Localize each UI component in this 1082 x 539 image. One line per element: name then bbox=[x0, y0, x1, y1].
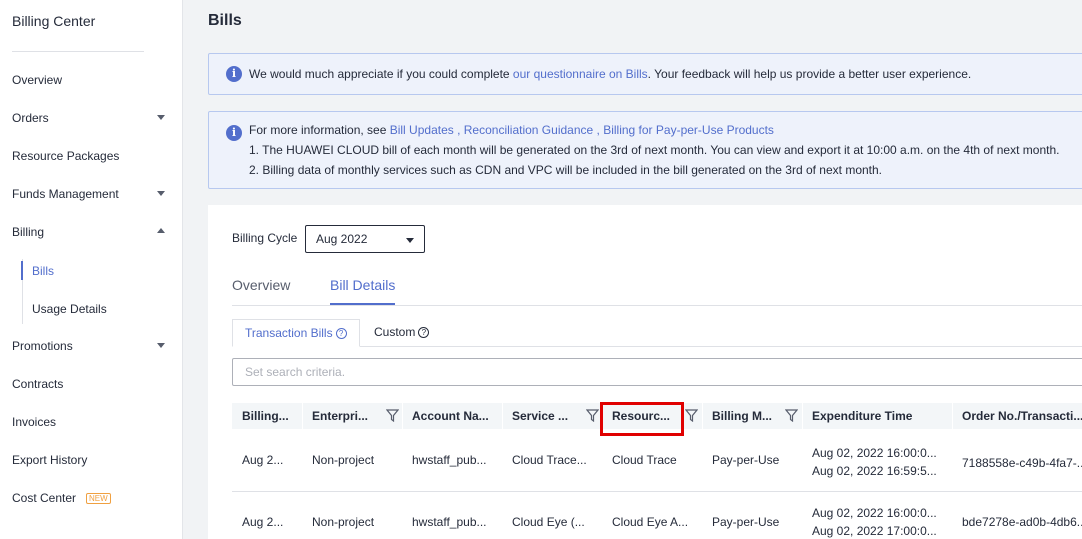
sidebar-item-label: Overview bbox=[12, 73, 63, 87]
cell-resource-type: Cloud Eye A... bbox=[612, 515, 689, 529]
column-header-billing-cycle[interactable]: Billing... bbox=[232, 403, 302, 429]
questionnaire-notice: i We would much appreciate if you could … bbox=[208, 53, 1082, 95]
column-header-account-name[interactable]: Account Na... bbox=[402, 403, 502, 429]
sidebar-item-cost-center[interactable]: Cost Center NEW bbox=[0, 479, 183, 517]
cell-expenditure-end: Aug 02, 2022 17:00:0... bbox=[812, 524, 937, 538]
cell-order-no: 7188558e-c49b-4fa7-... bbox=[962, 456, 1082, 470]
notice-text: We would much appreciate if you could co… bbox=[249, 67, 971, 81]
billing-cycle-select[interactable]: Aug 2022 bbox=[305, 225, 425, 253]
notice-line-2: 2. Billing data of monthly services such… bbox=[249, 163, 883, 177]
chevron-down-icon bbox=[157, 115, 165, 120]
cell-enterprise-project: Non-project bbox=[312, 453, 375, 467]
bills-panel: Billing Cycle Aug 2022 Overview Bill Det… bbox=[208, 205, 1082, 539]
table-row[interactable]: Aug 2... Non-project hwstaff_pub... Clou… bbox=[232, 492, 1082, 539]
subtab-label: Transaction Bills bbox=[245, 326, 333, 340]
filter-icon[interactable] bbox=[685, 409, 698, 422]
sidebar-item-export-history[interactable]: Export History bbox=[0, 441, 183, 479]
help-icon[interactable]: ? bbox=[335, 328, 347, 340]
subtab-transaction-bills[interactable]: Transaction Bills? bbox=[232, 319, 360, 347]
sidebar-item-promotions[interactable]: Promotions bbox=[0, 327, 183, 365]
sidebar-item-label: Resource Packages bbox=[12, 149, 120, 163]
cell-resource-type: Cloud Trace bbox=[612, 453, 677, 467]
sidebar-item-resource-packages[interactable]: Resource Packages bbox=[0, 137, 183, 175]
search-input[interactable]: Set search criteria. bbox=[232, 358, 1082, 386]
cell-account-name: hwstaff_pub... bbox=[412, 515, 487, 529]
sidebar-item-label: Invoices bbox=[12, 415, 57, 429]
sidebar-item-billing[interactable]: Billing bbox=[0, 213, 183, 251]
page-title: Bills bbox=[208, 12, 242, 29]
column-header-billing-mode[interactable]: Billing M... bbox=[702, 403, 782, 429]
chevron-down-icon bbox=[157, 191, 165, 196]
separator: , bbox=[593, 123, 604, 137]
questionnaire-link[interactable]: our questionnaire on Bills bbox=[513, 67, 648, 81]
subtab-custom[interactable]: Custom? bbox=[362, 319, 441, 347]
subtab-label: Custom bbox=[374, 325, 416, 339]
sidebar-item-overview[interactable]: Overview bbox=[0, 61, 183, 99]
reconciliation-guidance-link[interactable]: Reconciliation Guidance bbox=[464, 123, 593, 137]
sidebar-item-label: Contracts bbox=[12, 377, 64, 391]
info-notice: i For more information, see Bill Updates… bbox=[208, 111, 1082, 189]
column-header-order-no[interactable]: Order No./Transacti... bbox=[952, 403, 1082, 429]
billing-cycle-label: Billing Cycle bbox=[232, 231, 298, 245]
sidebar-item-label: Billing bbox=[12, 225, 45, 239]
cell-order-no: bde7278e-ad0b-4db6... bbox=[962, 515, 1082, 529]
sidebar-item-label: Orders bbox=[12, 111, 49, 125]
new-badge: NEW bbox=[86, 492, 111, 504]
sidebar-item-invoices[interactable]: Invoices bbox=[0, 403, 183, 441]
cell-enterprise-project: Non-project bbox=[312, 515, 375, 529]
tabs-divider bbox=[232, 305, 1082, 306]
cell-expenditure-start: Aug 02, 2022 16:00:0... bbox=[812, 446, 937, 460]
sidebar-divider bbox=[12, 51, 144, 52]
sidebar-item-label: Funds Management bbox=[12, 187, 119, 201]
notice-prefix: We would much appreciate if you could co… bbox=[249, 67, 513, 81]
sidebar-item-label: Promotions bbox=[12, 339, 73, 353]
table-row[interactable]: Aug 2... Non-project hwstaff_pub... Clou… bbox=[232, 429, 1082, 492]
notice-prefix: For more information, see bbox=[249, 123, 390, 137]
active-indicator bbox=[21, 261, 23, 280]
sidebar-item-orders[interactable]: Orders bbox=[0, 99, 183, 137]
sidebar-item-usage-details[interactable]: Usage Details bbox=[32, 299, 107, 319]
cell-expenditure-start: Aug 02, 2022 16:00:0... bbox=[812, 506, 937, 520]
cell-expenditure-end: Aug 02, 2022 16:59:5... bbox=[812, 464, 937, 478]
sidebar-title: Billing Center bbox=[12, 13, 96, 29]
chevron-down-icon bbox=[406, 238, 414, 243]
sidebar: Billing Center Overview Orders Resource … bbox=[0, 0, 183, 539]
cell-service-type: Cloud Trace... bbox=[512, 453, 587, 467]
cell-billing-cycle: Aug 2... bbox=[242, 515, 284, 529]
filter-icon[interactable] bbox=[386, 409, 399, 422]
info-icon: i bbox=[226, 125, 242, 141]
cell-billing-cycle: Aug 2... bbox=[242, 453, 284, 467]
info-icon: i bbox=[226, 66, 242, 82]
filter-icon[interactable] bbox=[586, 409, 599, 422]
sidebar-item-label: Cost Center bbox=[12, 491, 77, 505]
sidebar-item-label: Export History bbox=[12, 453, 88, 467]
tab-overview[interactable]: Overview bbox=[232, 277, 290, 305]
sidebar-item-bills[interactable]: Bills bbox=[32, 261, 54, 281]
pay-per-use-billing-link[interactable]: Billing for Pay-per-Use Products bbox=[603, 123, 774, 137]
column-header-expenditure-time[interactable]: Expenditure Time bbox=[802, 403, 952, 429]
chevron-down-icon bbox=[157, 343, 165, 348]
bill-updates-link[interactable]: Bill Updates bbox=[390, 123, 454, 137]
chevron-up-icon bbox=[157, 228, 165, 233]
column-header-enterprise-project[interactable]: Enterpri... bbox=[302, 403, 382, 429]
help-icon[interactable]: ? bbox=[418, 327, 430, 339]
notice-suffix: . Your feedback will help us provide a b… bbox=[647, 67, 972, 81]
cell-service-type: Cloud Eye (... bbox=[512, 515, 585, 529]
notice-line-1: 1. The HUAWEI CLOUD bill of each month w… bbox=[249, 143, 1060, 157]
sidebar-item-funds-management[interactable]: Funds Management bbox=[0, 175, 183, 213]
separator: , bbox=[453, 123, 464, 137]
sidebar-item-contracts[interactable]: Contracts bbox=[0, 365, 183, 403]
column-header-service-type[interactable]: Service ... bbox=[502, 403, 577, 429]
billing-cycle-value: Aug 2022 bbox=[316, 232, 368, 246]
cell-billing-mode: Pay-per-Use bbox=[712, 515, 780, 529]
cell-billing-mode: Pay-per-Use bbox=[712, 453, 780, 467]
notice-text: For more information, see Bill Updates ,… bbox=[249, 123, 774, 137]
cell-account-name: hwstaff_pub... bbox=[412, 453, 487, 467]
filter-icon[interactable] bbox=[785, 409, 798, 422]
tab-bill-details[interactable]: Bill Details bbox=[330, 277, 396, 305]
